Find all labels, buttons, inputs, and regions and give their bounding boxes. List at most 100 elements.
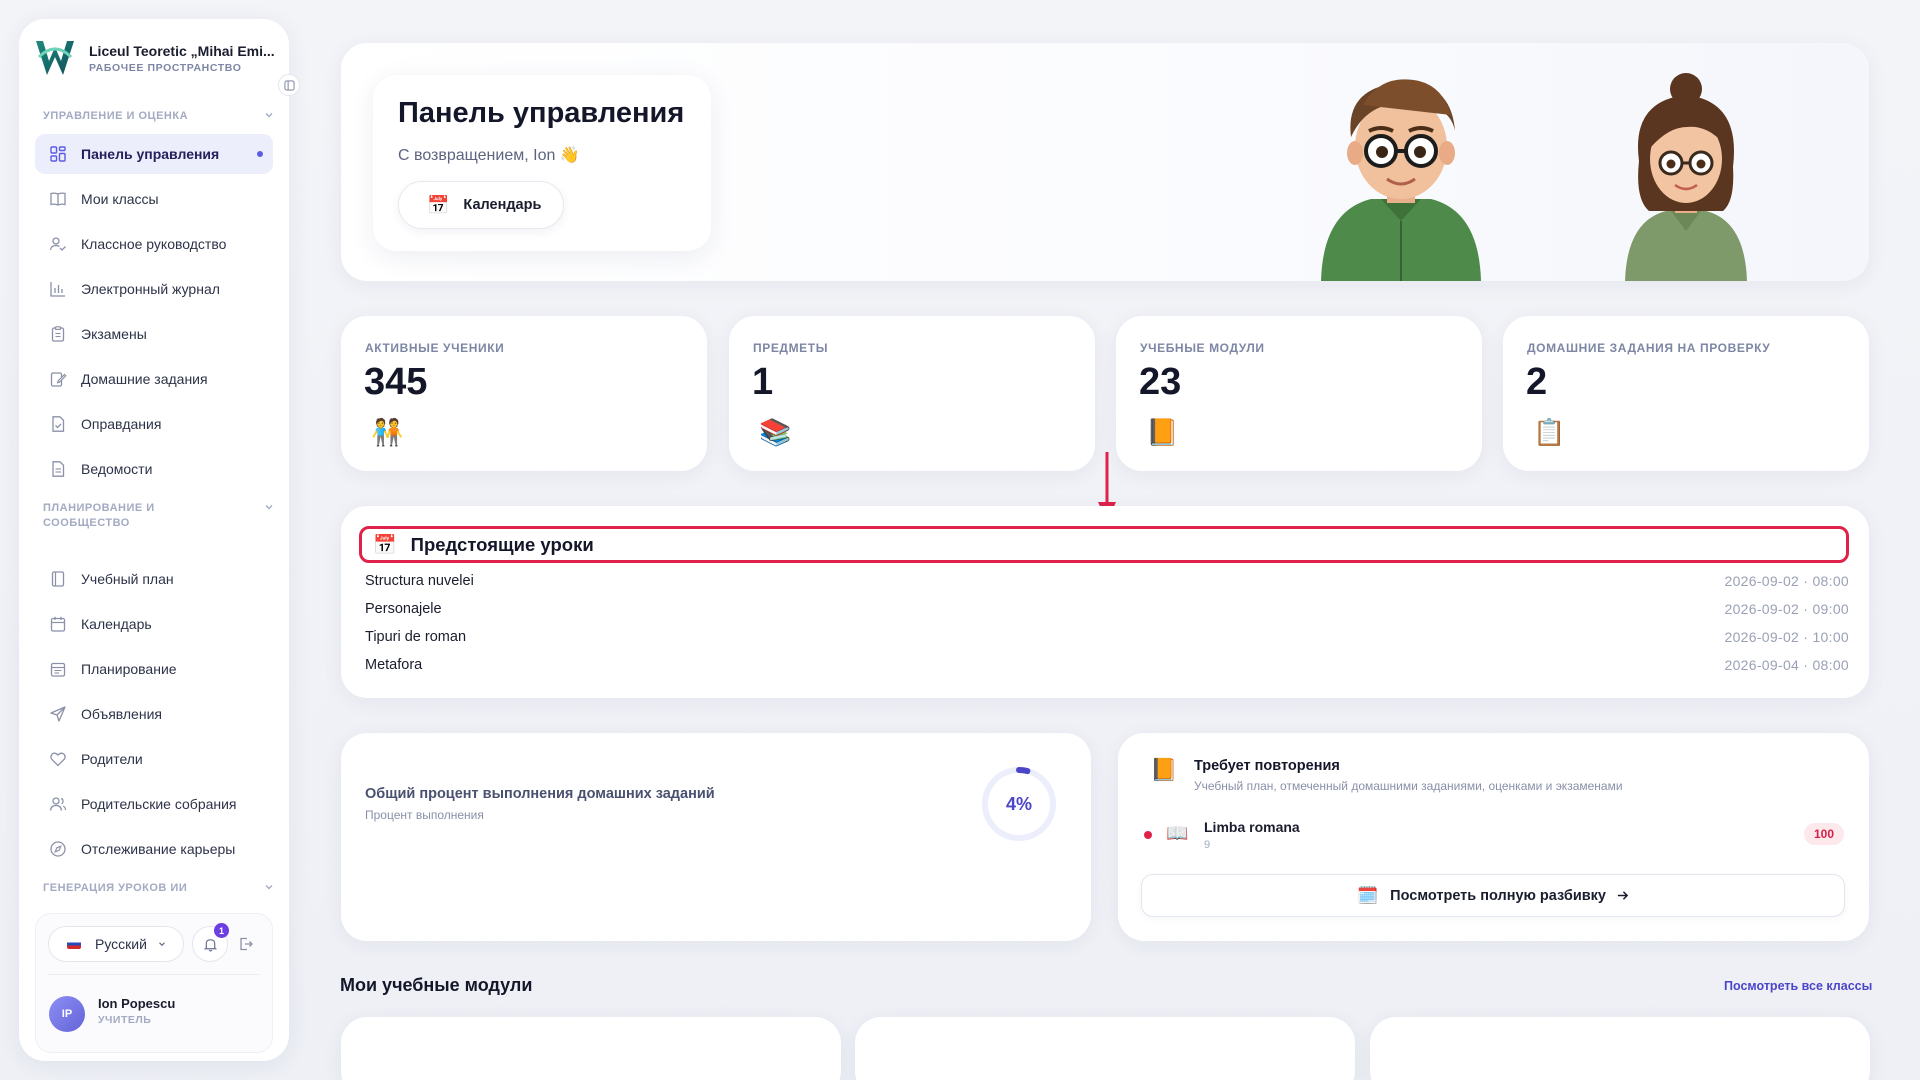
list-item[interactable]: Metafora 2026-09-04 · 08:00 [365,654,1849,676]
language-selector[interactable]: Русский [48,926,184,962]
nav-section-label: ГЕНЕРАЦИЯ УРОКОВ ИИ [43,882,188,894]
calendar-icon [50,616,66,632]
chevron-down-icon [265,113,273,118]
user-name: Ion Popescu [98,996,176,1011]
clipboard-icon: 📋 [1533,417,1566,447]
review-subject-name[interactable]: Limba romana [1204,819,1300,835]
users-icon [49,797,67,811]
sidebar-item-exams[interactable]: Экзамены [35,314,273,354]
calendar-icon: 📅 [427,194,450,215]
stat-card-subjects[interactable]: ПРЕДМЕТЫ 1 📚 [729,316,1095,471]
page-title: Панель управления [398,97,685,129]
welcome-message: С возвращением, Ion 👋 [398,147,580,164]
upcoming-lessons-header: 📅 Предстоящие уроки [359,526,1849,563]
collapse-sidebar-button[interactable] [278,74,300,96]
nav-section-planning[interactable]: ПЛАНИРОВАНИЕ И СООБЩЕСТВО [43,501,273,531]
stat-label: АКТИВНЫЕ УЧЕНИКИ [365,341,505,355]
review-subject-count: 9 [1204,839,1211,851]
stat-label: ДОМАШНИЕ ЗАДАНИЯ НА ПРОВЕРКУ [1527,341,1771,355]
compass-icon [50,841,66,857]
lesson-name: Metafora [365,657,423,673]
active-indicator [257,151,263,157]
welcome-card: Панель управления С возвращением, Ion 👋 … [373,75,711,251]
nav-section-label: ПЛАНИРОВАНИЕ И СООБЩЕСТВО [43,502,155,529]
user-check-icon [49,237,66,251]
lesson-time: 2026-09-02 · 08:00 [1724,573,1849,589]
list-item[interactable]: Personajele 2026-09-02 · 09:00 [365,598,1849,620]
stat-card-learning-modules[interactable]: УЧЕБНЫЕ МОДУЛИ 23 📙 [1116,316,1482,471]
section-title: Предстоящие уроки [410,533,594,555]
homework-completion-card: Общий процент выполнения домашних задани… [341,733,1091,941]
send-icon [50,706,66,722]
view-all-classes-link[interactable]: Посмотреть все классы [1724,979,1872,993]
sidebar-item-homeroom[interactable]: Классное руководство [35,224,273,264]
sidebar-item-planning[interactable]: Планирование [35,649,273,689]
calendar-list-icon [50,662,66,677]
module-book-icon: 📙 [1146,417,1179,447]
lesson-time: 2026-09-04 · 08:00 [1724,657,1849,673]
sidebar-item-excuses[interactable]: Оправдания [35,404,273,444]
notifications-count-badge: 1 [214,923,229,938]
stat-value: 1 [752,361,774,403]
brand[interactable]: Liceul Teoretic „Mihai Emi... РАБОЧЕЕ ПР… [33,37,275,79]
file-check-icon [52,416,65,432]
sidebar-item-label: Оправдания [81,416,162,432]
notifications-button[interactable]: 1 [192,923,229,962]
sidebar-item-homework[interactable]: Домашние задания [35,359,273,399]
calendar-button-label: Календарь [463,197,542,213]
sidebar-item-parent-meetings[interactable]: Родительские собрания [35,784,273,824]
heart-icon [50,752,66,767]
module-card[interactable] [341,1017,841,1080]
sidebar-item-dashboard[interactable]: Панель управления [35,134,273,174]
arrow-right-icon [1617,891,1629,900]
sidebar-item-label: Родительские собрания [81,796,237,812]
upcoming-lessons-panel: 📅 Предстоящие уроки Structura nuvelei 20… [341,506,1869,698]
stat-card-homework-review[interactable]: ДОМАШНИЕ ЗАДАНИЯ НА ПРОВЕРКУ 2 📋 [1503,316,1869,471]
view-breakdown-label: Посмотреть полную разбивку [1390,887,1606,904]
bell-icon [203,938,217,951]
sidebar-item-label: Календарь [81,616,152,632]
score-badge: 100 [1804,823,1844,845]
sidebar-item-label: Родители [81,751,143,767]
chevron-down-icon [265,885,273,890]
sidebar-item-announcements[interactable]: Объявления [35,694,273,734]
list-item[interactable]: Tipuri de roman 2026-09-02 · 10:00 [365,626,1849,648]
sidebar-item-label: Планирование [81,661,177,677]
welcome-banner: Панель управления С возвращением, Ion 👋 … [341,43,1869,281]
sidebar-toggle-icon [283,79,295,91]
lesson-name: Personajele [365,601,442,617]
nav-section-management[interactable]: УПРАВЛЕНИЕ И ОЦЕНКА [43,109,279,124]
sidebar-item-label: Объявления [81,706,162,722]
view-breakdown-button[interactable]: 🗓️ Посмотреть полную разбивку [1141,874,1845,917]
avatar[interactable]: IP [49,996,85,1032]
list-item[interactable]: Structura nuvelei 2026-09-02 · 08:00 [365,570,1849,592]
sidebar-item-career-tracking[interactable]: Отслеживание карьеры [35,829,273,869]
calendar-icon: 📅 [373,534,397,556]
lesson-time: 2026-09-02 · 10:00 [1724,629,1849,645]
sidebar-item-parents[interactable]: Родители [35,739,273,779]
module-card[interactable] [855,1017,1355,1080]
nav-section-ai-lessons[interactable]: ГЕНЕРАЦИЯ УРОКОВ ИИ [43,881,279,896]
books-icon: 📚 [759,417,792,447]
calendar-button[interactable]: 📅 Календарь [398,181,564,229]
sidebar-item-label: Учебный план [81,571,174,587]
sidebar-item-gradebook[interactable]: Электронный журнал [35,269,273,309]
chevron-down-icon [159,942,165,947]
logout-button[interactable] [238,936,254,957]
sidebar-item-statements[interactable]: Ведомости [35,449,273,489]
chevron-down-icon [265,505,273,510]
stat-label: ПРЕДМЕТЫ [753,341,829,355]
completion-percent: 4% [1005,793,1032,814]
school-name: Liceul Teoretic „Mihai Emi... [89,42,275,59]
divider [48,974,260,975]
sidebar-item-curriculum[interactable]: Учебный план [35,559,273,599]
review-subtitle: Учебный план, отмеченный домашними задан… [1194,779,1623,793]
dashboard-icon [50,146,66,162]
stat-card-active-students[interactable]: АКТИВНЫЕ УЧЕНИКИ 345 🧑‍🤝‍🧑 [341,316,707,471]
module-card[interactable] [1370,1017,1870,1080]
sidebar-item-calendar[interactable]: Календарь [35,604,273,644]
lesson-name: Structura nuvelei [365,573,474,589]
stat-value: 345 [364,361,428,403]
sidebar-item-my-classes[interactable]: Мои классы [35,179,273,219]
stat-value: 23 [1139,361,1182,403]
